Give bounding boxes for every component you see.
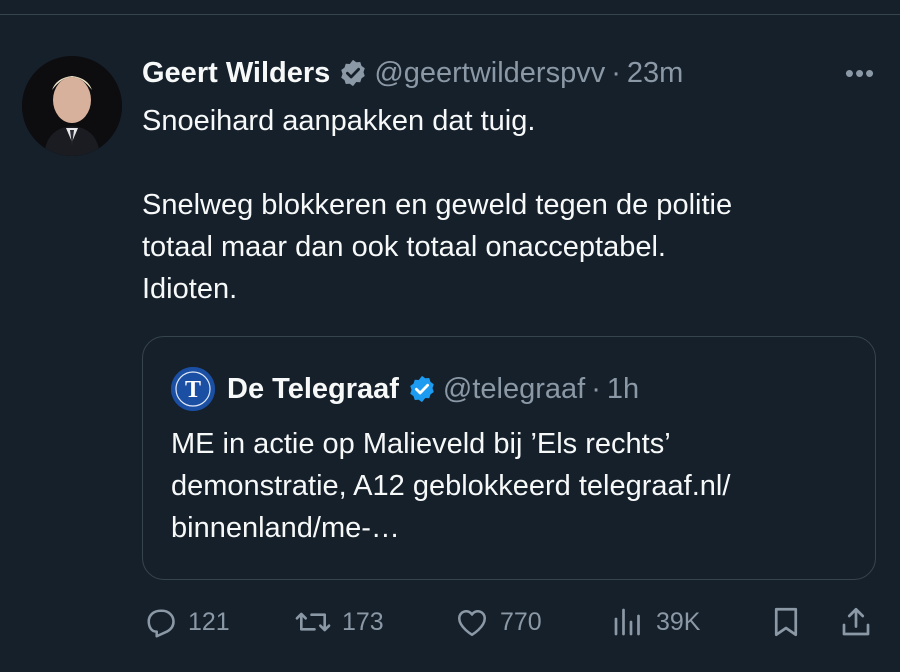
quoted-tweet-timestamp[interactable]: 1h — [607, 373, 639, 406]
separator-dot: · — [591, 372, 601, 405]
repost-button[interactable]: 173 — [294, 600, 384, 644]
more-options-icon[interactable]: ••• — [840, 58, 880, 88]
top-divider — [0, 14, 900, 15]
reply-count: 121 — [188, 607, 230, 636]
author-avatar[interactable] — [22, 56, 122, 156]
bookmark-button[interactable] — [768, 600, 804, 644]
author-name[interactable]: Geert Wilders — [142, 57, 330, 90]
tweet-timestamp[interactable]: 23m — [627, 57, 683, 90]
author-handle[interactable]: @geertwilderspvv — [374, 57, 605, 90]
bookmark-icon — [768, 604, 804, 640]
separator-dot: · — [611, 56, 621, 89]
tweet-text: Snoeihard aanpakken dat tuig. Snelweg bl… — [142, 100, 862, 310]
quoted-tweet-card[interactable]: T De Telegraaf @telegraaf · 1h ME in act… — [142, 336, 876, 580]
quoted-author-name[interactable]: De Telegraaf — [227, 373, 399, 406]
reply-button[interactable]: 121 — [142, 600, 230, 644]
quoted-text-line: ME in actie op Malieveld bij ’Els rechts… — [171, 428, 671, 460]
share-icon — [838, 604, 874, 640]
telegraaf-logo-icon: T — [171, 367, 215, 411]
tweet-header: Geert Wilders @geertwilderspvv · 23m — [142, 52, 683, 94]
share-button[interactable] — [838, 600, 874, 644]
quoted-tweet-text: ME in actie op Malieveld bij ’Els rechts… — [171, 423, 861, 549]
quoted-text-line: binnenland/me-… — [171, 512, 400, 544]
views-button[interactable]: 39K — [610, 600, 700, 644]
tweet-text-line: Snelweg blokkeren en geweld tegen de pol… — [142, 189, 733, 221]
repost-count: 173 — [342, 607, 384, 636]
view-count: 39K — [656, 607, 701, 636]
reply-icon — [142, 604, 178, 640]
like-count: 770 — [500, 607, 542, 636]
heart-icon — [454, 604, 490, 640]
tweet-actions-bar: 121 173 770 39K — [142, 600, 882, 644]
tweet-text-line: totaal maar dan ook totaal onacceptabel. — [142, 231, 666, 263]
quoted-text-line: demonstratie, A12 geblokkeerd telegraaf.… — [171, 470, 731, 502]
repost-icon — [294, 604, 332, 640]
verified-badge-icon — [407, 374, 437, 404]
verified-badge-icon — [338, 58, 368, 88]
analytics-icon — [610, 604, 646, 640]
tweet-text-line: Snoeihard aanpakken dat tuig. — [142, 105, 536, 137]
quoted-author-handle[interactable]: @telegraaf — [443, 373, 585, 406]
like-button[interactable]: 770 — [454, 600, 542, 644]
logo-letter: T — [185, 377, 201, 403]
quoted-tweet-header: T De Telegraaf @telegraaf · 1h — [171, 367, 639, 411]
tweet-text-line: Idioten. — [142, 273, 238, 305]
